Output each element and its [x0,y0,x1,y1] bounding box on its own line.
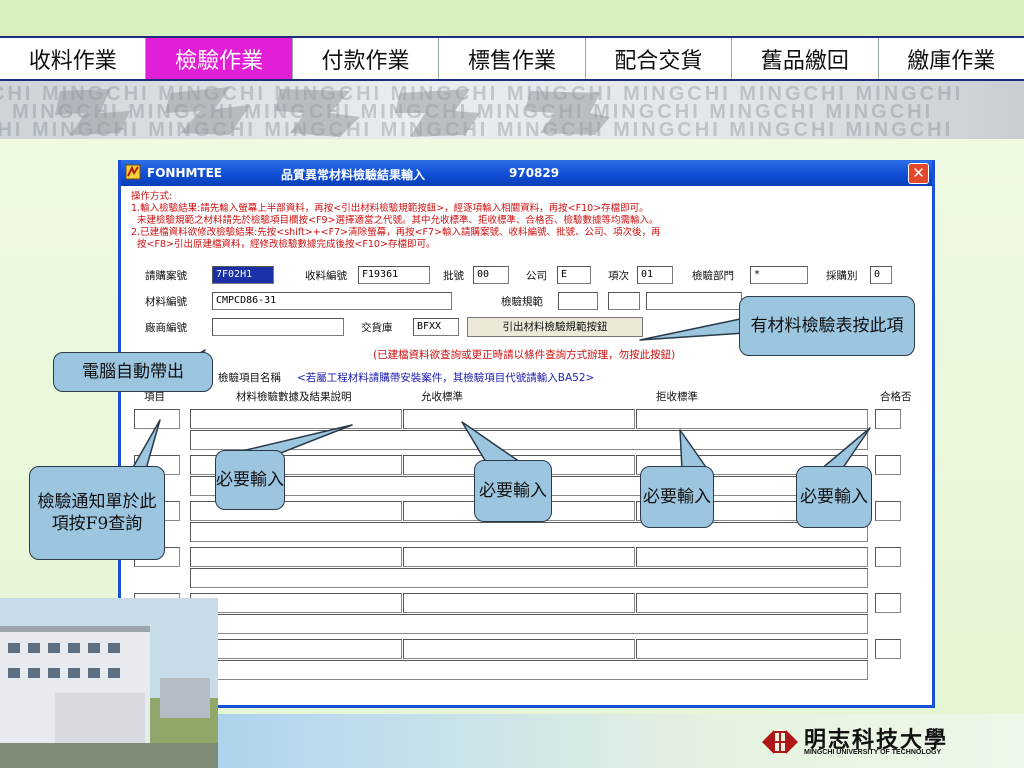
campus-building-image [0,598,218,768]
callout-spec-button: 有材料檢驗表按此項 [739,296,915,356]
callout-f9-query: 檢驗通知單於此項按F9查詢 [29,466,165,560]
callout-required-accept: 必要輸入 [474,460,552,522]
university-emblem-icon [762,730,798,754]
university-name-en: MINGCHI UNIVERSITY OF TECHNOLOGY [804,749,942,756]
callout-required-reject: 必要輸入 [640,466,714,528]
callout-auto-fill: 電腦自動帶出 [53,352,213,392]
callout-required-pass: 必要輸入 [796,466,872,528]
callout-required-data: 必要輸入 [215,450,285,510]
university-logo: 明志科技大學 MINGCHI UNIVERSITY OF TECHNOLOGY [760,722,1000,762]
